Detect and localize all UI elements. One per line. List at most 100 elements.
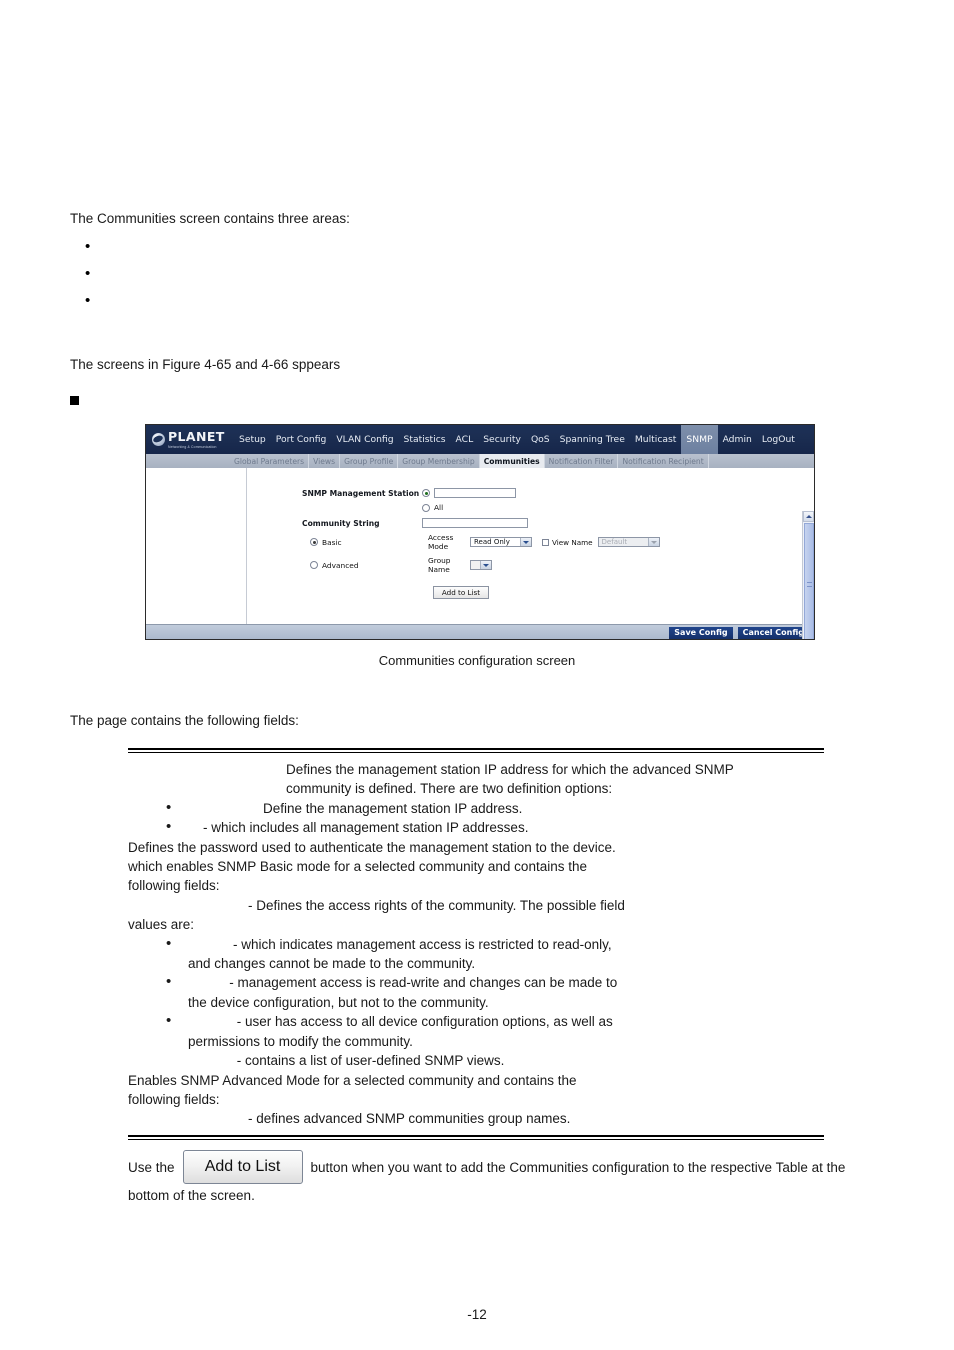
subnav-item-group-membership[interactable]: Group Membership <box>398 454 480 468</box>
nav-item-snmp[interactable]: SNMP <box>681 425 718 454</box>
list-item <box>70 238 90 267</box>
snmp-management-station-label: SNMP Management Station <box>302 488 420 498</box>
table-bottom-rule <box>128 1134 824 1140</box>
nav-item-acl[interactable]: ACL <box>451 425 479 454</box>
subnav-item-notification-filter[interactable]: Notification Filter <box>545 454 619 468</box>
device-web-ui-screenshot: PLANET Networking & Communication Setup … <box>145 424 815 640</box>
desc-line: Defines the password used to authenticat… <box>128 839 616 855</box>
group-name-select[interactable] <box>470 560 492 570</box>
usage-pre-text: Use the <box>128 1159 175 1175</box>
usage-post-text: button when you want to add the Communit… <box>310 1159 846 1175</box>
usage-paragraph: Use the Add to List button when you want… <box>128 1150 918 1184</box>
subnav-item-global-parameters[interactable]: Global Parameters <box>230 454 310 468</box>
nav-item-container: Setup Port Config VLAN Config Statistics… <box>234 425 814 454</box>
view-name-value: Default <box>601 538 628 546</box>
radio-station-ip[interactable] <box>422 489 430 497</box>
desc-line: - defines advanced SNMP communities grou… <box>188 1111 571 1127</box>
save-config-button[interactable]: Save Config <box>669 627 733 639</box>
field-description-table: Defines the management station IP addres… <box>128 748 824 1140</box>
snmp-station-all-row: All <box>302 503 722 512</box>
access-mode-label: Access Mode <box>428 533 454 551</box>
left-pane <box>146 468 247 624</box>
communities-form: SNMP Management Station All Community St… <box>302 488 722 579</box>
globe-icon <box>152 433 165 446</box>
nav-item-statistics[interactable]: Statistics <box>399 425 451 454</box>
fields-intro-line: The page contains the following fields: <box>70 713 299 728</box>
subnav-item-views[interactable]: Views <box>309 454 341 468</box>
cancel-config-button[interactable]: Cancel Config <box>737 627 809 639</box>
desc-bullet: - which includes all management station … <box>128 817 824 837</box>
desc-line: - contains a list of user-defined SNMP v… <box>188 1053 505 1069</box>
nav-item-multicast[interactable]: Multicast <box>630 425 682 454</box>
advanced-label: Advanced <box>322 560 359 570</box>
planet-logo: PLANET Networking & Communication <box>146 425 234 454</box>
group-name-label: Group Name <box>428 556 451 574</box>
desc-line: community is defined. There are two defi… <box>286 781 613 797</box>
nav-item-port-config[interactable]: Port Config <box>271 425 332 454</box>
desc-line: values are: <box>128 917 195 933</box>
device-footer-bar: Save Config Cancel Config <box>146 624 814 639</box>
device-content-area: SNMP Management Station All Community St… <box>146 468 814 639</box>
desc-line: Defines the management station IP addres… <box>286 762 734 777</box>
community-string-row: Community String <box>302 518 722 528</box>
desc-bullet: - which indicates management access is r… <box>128 934 824 954</box>
communities-form-pane: SNMP Management Station All Community St… <box>247 468 814 624</box>
list-item <box>70 292 90 321</box>
radio-station-all[interactable] <box>422 503 430 512</box>
intro-line: The Communities screen contains three ar… <box>70 211 350 226</box>
view-name-select[interactable]: Default <box>597 537 660 547</box>
figure-caption: Communities configuration screen <box>378 653 576 668</box>
nav-item-security[interactable]: Security <box>478 425 526 454</box>
list-item <box>70 265 90 294</box>
community-string-input[interactable] <box>422 518 528 528</box>
nav-item-vlan-config[interactable]: VLAN Config <box>331 425 398 454</box>
desc-line: following fields: <box>128 1091 220 1107</box>
community-string-label: Community String <box>302 518 380 528</box>
vertical-scrollbar[interactable] <box>802 511 814 639</box>
desc-line: following fields: <box>128 878 220 894</box>
access-mode-select[interactable]: Read Only <box>470 537 532 547</box>
scrollbar-thumb[interactable] <box>804 523 814 639</box>
add-to-list-button-illustration[interactable]: Add to List <box>182 1150 303 1184</box>
advanced-mode-row: Advanced Group Name <box>302 556 722 574</box>
sub-navigation-bar: Global Parameters Views Group Profile Gr… <box>146 454 814 468</box>
desc-bullet: - management access is read-write and ch… <box>128 972 824 992</box>
logo-name: PLANET <box>168 429 225 445</box>
desc-continuation: the device configuration, but not to the… <box>188 994 489 1010</box>
subnav-item-group-profile[interactable]: Group Profile <box>340 454 399 468</box>
snmp-station-ip-input[interactable] <box>434 488 516 498</box>
nav-item-logout[interactable]: LogOut <box>757 425 800 454</box>
desc-line: Enables SNMP Advanced Mode for a selecte… <box>128 1072 577 1088</box>
radio-advanced[interactable] <box>310 561 318 569</box>
subnav-item-communities[interactable]: Communities <box>479 454 545 468</box>
nav-item-qos[interactable]: QoS <box>526 425 555 454</box>
snmp-management-station-row: SNMP Management Station <box>302 488 722 498</box>
desc-continuation: and changes cannot be made to the commun… <box>188 956 476 972</box>
chevron-down-icon <box>520 538 531 546</box>
chevron-down-icon <box>480 561 491 569</box>
empty-bullet-list <box>70 238 90 321</box>
screens-reference-line: The screens in Figure 4-65 and 4-66 sppe… <box>70 357 341 372</box>
desc-bullet: - user has access to all device configur… <box>128 1011 824 1031</box>
logo-tagline: Networking & Communication <box>168 445 217 450</box>
usage-tail-text: bottom of the screen. <box>128 1188 255 1203</box>
add-to-list-button[interactable]: Add to List <box>433 586 489 599</box>
basic-mode-row: Basic Access Mode Read Only View Name De… <box>302 533 722 551</box>
desc-line: - Defines the access rights of the commu… <box>188 897 625 913</box>
access-mode-value: Read Only <box>474 538 510 546</box>
subnav-item-notification-recipient[interactable]: Notification Recipient <box>618 454 709 468</box>
desc-line: which enables SNMP Basic mode for a sele… <box>128 859 587 875</box>
desc-continuation: permissions to modify the community. <box>188 1033 413 1049</box>
radio-basic[interactable] <box>310 538 318 546</box>
view-name-checkbox[interactable] <box>542 538 549 546</box>
snmp-station-all-label: All <box>434 503 444 512</box>
table-body: Defines the management station IP addres… <box>128 753 824 1135</box>
nav-item-setup[interactable]: Setup <box>234 425 271 454</box>
square-bullet-icon <box>70 396 79 405</box>
nav-item-admin[interactable]: Admin <box>718 425 757 454</box>
view-name-label: View Name <box>552 537 593 547</box>
nav-item-spanning-tree[interactable]: Spanning Tree <box>555 425 630 454</box>
desc-bullet: Define the management station IP address… <box>128 798 824 818</box>
scroll-up-icon[interactable] <box>803 511 814 522</box>
basic-label: Basic <box>322 537 342 547</box>
